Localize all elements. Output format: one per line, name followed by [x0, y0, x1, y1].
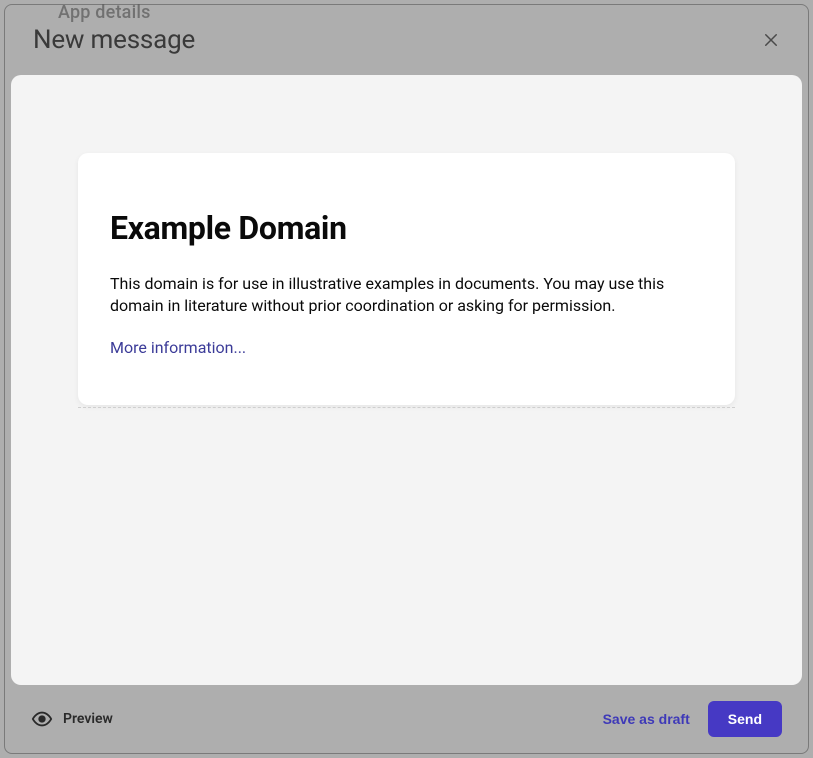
send-button[interactable]: Send	[708, 701, 782, 737]
eye-icon	[31, 708, 53, 730]
preview-button[interactable]: Preview	[31, 708, 113, 730]
example-domain-card: Example Domain This domain is for use in…	[78, 153, 735, 405]
background-page-title: App details	[58, 2, 151, 23]
preview-label: Preview	[63, 711, 113, 727]
card-body-text: This domain is for use in illustrative e…	[110, 273, 703, 318]
close-icon[interactable]	[762, 31, 780, 49]
modal-footer: Preview Save as draft Send	[5, 685, 808, 753]
save-as-draft-button[interactable]: Save as draft	[603, 711, 690, 727]
new-message-modal: New message Example Domain This domain i…	[4, 4, 809, 754]
card-divider	[78, 407, 735, 408]
message-preview-panel: Example Domain This domain is for use in…	[11, 75, 802, 685]
card-heading: Example Domain	[110, 209, 703, 247]
modal-title: New message	[33, 25, 195, 55]
more-information-link[interactable]: More information...	[110, 338, 246, 357]
